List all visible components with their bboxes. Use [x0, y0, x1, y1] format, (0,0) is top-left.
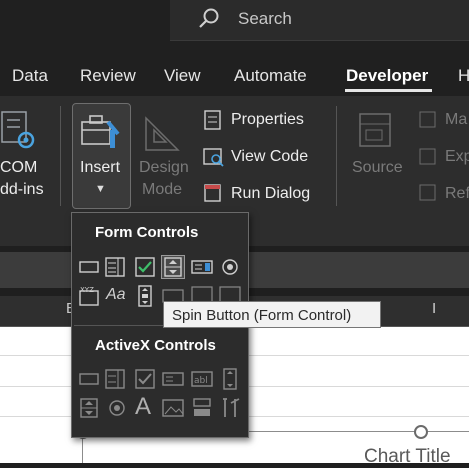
label-control-icon[interactable]: Aa: [106, 286, 126, 304]
activex-toggle-button-icon[interactable]: [191, 397, 213, 419]
tab-data[interactable]: Data: [12, 66, 48, 86]
search-label[interactable]: Search: [238, 9, 292, 29]
chart-resize-handle[interactable]: [414, 425, 428, 439]
design-mode-label-2: Mode: [142, 181, 183, 198]
insert-label[interactable]: Insert: [80, 157, 120, 179]
activex-combo-box-icon[interactable]: [104, 368, 126, 390]
combo-box-icon[interactable]: [104, 256, 126, 278]
tab-view[interactable]: View: [164, 66, 201, 86]
activex-image-icon[interactable]: [162, 397, 184, 419]
activex-label-icon[interactable]: A: [135, 393, 151, 421]
activex-list-box-icon[interactable]: [162, 368, 184, 390]
refresh-data-icon: [418, 183, 438, 203]
chevron-down-icon[interactable]: ▼: [95, 183, 106, 195]
spin-button-tooltip: Spin Button (Form Control): [163, 301, 381, 328]
run-dialog-icon: [203, 183, 223, 203]
view-code-icon: [203, 147, 225, 167]
toolbox-icon: [80, 112, 122, 152]
expansion-packs-label: Exp: [445, 148, 469, 165]
properties-icon: [203, 110, 223, 130]
com-addins-label-2[interactable]: dd-ins: [0, 179, 44, 201]
design-mode-label-1: Design: [139, 159, 189, 176]
activex-scroll-bar-icon[interactable]: [219, 368, 241, 390]
expansion-packs-icon: [418, 147, 438, 167]
com-addins-icon[interactable]: [0, 110, 40, 154]
activex-checkbox-icon[interactable]: [134, 368, 156, 390]
active-tab-indicator: [345, 89, 432, 92]
refresh-data-label: Ref: [445, 185, 469, 202]
map-properties-icon: [418, 110, 438, 130]
svg-text:XYZ: XYZ: [80, 286, 94, 294]
com-addins-label-1[interactable]: COM: [0, 157, 37, 179]
svg-text:abl: abl: [194, 376, 208, 386]
more-controls-icon[interactable]: [219, 397, 241, 419]
form-controls-heading: Form Controls: [95, 224, 199, 241]
list-box-icon[interactable]: [191, 256, 213, 278]
scroll-bar-icon[interactable]: [134, 285, 156, 307]
activex-controls-heading: ActiveX Controls: [95, 337, 216, 354]
command-button-icon[interactable]: [78, 368, 100, 390]
tab-automate[interactable]: Automate: [234, 66, 307, 86]
map-properties-label: Ma: [445, 111, 468, 128]
chart-title[interactable]: Chart Title: [364, 446, 451, 468]
design-mode-icon: [142, 110, 182, 154]
activex-text-box-icon[interactable]: abl: [191, 368, 213, 390]
source-icon: [356, 110, 396, 154]
search-icon: [196, 6, 222, 32]
activex-option-button-icon[interactable]: [106, 397, 128, 419]
group-box-icon[interactable]: XYZ: [78, 285, 100, 307]
ribbon-separator: [60, 106, 61, 206]
column-header-i[interactable]: I: [432, 300, 436, 317]
tab-developer[interactable]: Developer: [346, 66, 428, 86]
button-control-icon[interactable]: [78, 256, 100, 278]
option-button-icon[interactable]: [219, 256, 241, 278]
tab-review[interactable]: Review: [80, 66, 136, 86]
properties-button[interactable]: Properties: [231, 109, 304, 131]
activex-spin-button-icon[interactable]: [78, 397, 100, 419]
run-dialog-button[interactable]: Run Dialog: [231, 183, 310, 205]
spin-button-icon[interactable]: [161, 255, 185, 279]
source-label: Source: [352, 159, 403, 176]
checkbox-control-icon[interactable]: [134, 256, 156, 278]
view-code-button[interactable]: View Code: [231, 146, 308, 168]
ribbon-separator: [336, 106, 337, 206]
tab-home-partial[interactable]: H: [458, 66, 469, 86]
